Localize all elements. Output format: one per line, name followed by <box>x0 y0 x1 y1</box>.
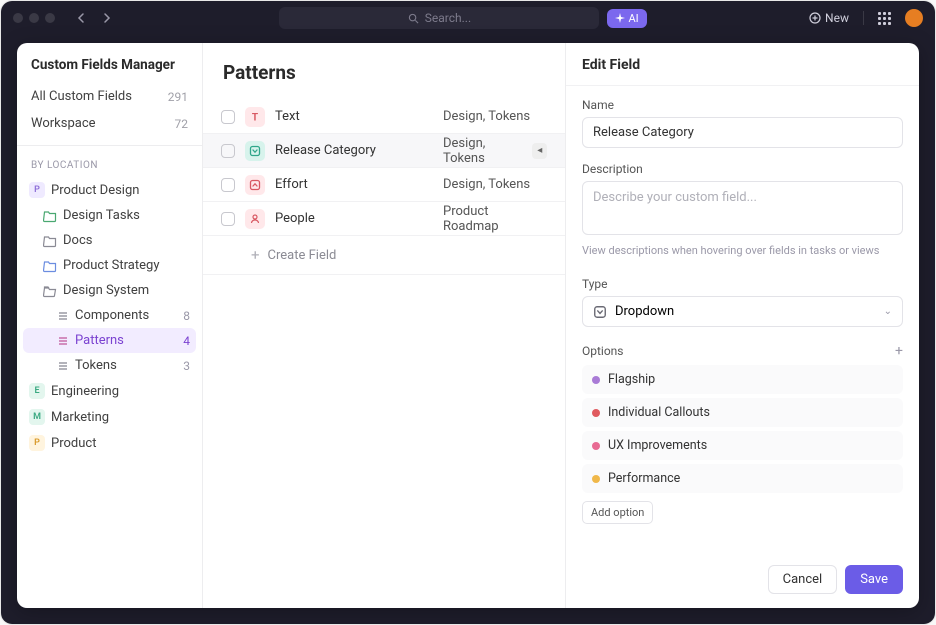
name-label: Name <box>582 98 903 112</box>
option-item[interactable]: Individual Callouts <box>582 398 903 427</box>
text-type-icon: T <box>245 107 265 127</box>
row-checkbox[interactable] <box>221 144 235 158</box>
space-product[interactable]: P Product <box>23 430 196 456</box>
row-checkbox[interactable] <box>221 178 235 192</box>
sidebar: Custom Fields Manager All Custom Fields … <box>17 43 203 608</box>
option-label: Performance <box>608 471 680 486</box>
dropdown-type-icon <box>245 141 265 161</box>
plus-icon: + <box>251 246 260 264</box>
chevron-left-icon: ◂ <box>532 143 547 159</box>
list-icon <box>57 335 69 347</box>
page-title: Patterns <box>203 61 565 100</box>
sidebar-title: Custom Fields Manager <box>17 43 202 83</box>
effort-type-icon <box>245 175 265 195</box>
add-option-button[interactable]: Add option <box>582 501 653 524</box>
field-list-panel: Patterns T Text Design, Tokens Release C… <box>203 43 565 608</box>
list-patterns[interactable]: Patterns 4 <box>23 328 196 353</box>
options-label: Options <box>582 344 624 358</box>
type-label: Type <box>582 277 903 291</box>
svg-text:T: T <box>252 112 258 123</box>
window-controls <box>13 13 55 23</box>
option-label: UX Improvements <box>608 438 707 453</box>
space-marketing[interactable]: M Marketing <box>23 404 196 430</box>
nav-forward[interactable] <box>97 10 117 26</box>
folder-design-system[interactable]: Design System <box>23 278 196 303</box>
color-dot <box>592 475 600 483</box>
folder-icon <box>43 209 57 223</box>
description-label: Description <box>582 162 903 176</box>
edit-field-panel: Edit Field Name Description View descrip… <box>565 43 919 608</box>
search-placeholder: Search... <box>425 11 471 25</box>
add-option-icon[interactable]: + <box>895 343 903 359</box>
option-item[interactable]: Flagship <box>582 365 903 394</box>
list-icon <box>57 310 69 322</box>
list-tokens[interactable]: Tokens 3 <box>23 353 196 378</box>
space-badge: P <box>29 182 45 198</box>
field-row-text[interactable]: T Text Design, Tokens <box>203 100 565 134</box>
field-row-release-category[interactable]: Release Category Design, Tokens ◂ <box>203 134 565 168</box>
save-button[interactable]: Save <box>845 565 903 594</box>
space-badge: M <box>29 409 45 425</box>
topbar: Search... AI New <box>1 1 935 35</box>
space-engineering[interactable]: E Engineering <box>23 378 196 404</box>
color-dot <box>592 409 600 417</box>
space-badge: E <box>29 383 45 399</box>
option-item[interactable]: UX Improvements <box>582 431 903 460</box>
user-avatar[interactable] <box>905 9 923 27</box>
folder-icon <box>43 234 57 248</box>
color-dot <box>592 442 600 450</box>
chevron-down-icon: ⌄ <box>884 306 892 317</box>
field-row-people[interactable]: People Product Roadmap <box>203 202 565 236</box>
sidebar-section-label: BY LOCATION <box>17 154 202 175</box>
plus-circle-icon <box>809 12 821 24</box>
description-input[interactable] <box>582 181 903 235</box>
nav-back[interactable] <box>71 10 91 26</box>
folder-docs[interactable]: Docs <box>23 228 196 253</box>
space-badge: P <box>29 435 45 451</box>
ai-button[interactable]: AI <box>607 9 646 28</box>
option-item[interactable]: Performance <box>582 464 903 493</box>
space-product-design[interactable]: P Product Design <box>23 177 196 203</box>
folder-product-strategy[interactable]: Product Strategy <box>23 253 196 278</box>
minimize-window[interactable] <box>29 13 39 23</box>
search-icon <box>408 13 419 24</box>
create-field-button[interactable]: + Create Field <box>203 236 565 275</box>
folder-icon <box>43 259 57 273</box>
folder-open-icon <box>43 284 57 298</box>
edit-panel-title: Edit Field <box>566 43 919 86</box>
maximize-window[interactable] <box>45 13 55 23</box>
field-row-effort[interactable]: Effort Design, Tokens <box>203 168 565 202</box>
type-select[interactable]: Dropdown ⌄ <box>582 296 903 327</box>
list-icon <box>57 360 69 372</box>
new-button[interactable]: New <box>809 11 849 25</box>
color-dot <box>592 376 600 384</box>
apps-menu[interactable] <box>878 12 891 25</box>
description-help: View descriptions when hovering over fie… <box>582 244 903 257</box>
row-checkbox[interactable] <box>221 110 235 124</box>
sidebar-workspace[interactable]: Workspace 72 <box>25 110 194 137</box>
search-input[interactable]: Search... <box>279 7 599 29</box>
dropdown-type-icon <box>593 305 607 319</box>
name-input[interactable] <box>582 117 903 148</box>
list-components[interactable]: Components 8 <box>23 303 196 328</box>
close-window[interactable] <box>13 13 23 23</box>
sparkle-icon <box>615 13 625 23</box>
cancel-button[interactable]: Cancel <box>768 565 838 594</box>
folder-design-tasks[interactable]: Design Tasks <box>23 203 196 228</box>
sidebar-all-fields[interactable]: All Custom Fields 291 <box>25 83 194 110</box>
row-checkbox[interactable] <box>221 212 235 226</box>
option-label: Flagship <box>608 372 655 387</box>
people-type-icon <box>245 209 265 229</box>
option-label: Individual Callouts <box>608 405 710 420</box>
